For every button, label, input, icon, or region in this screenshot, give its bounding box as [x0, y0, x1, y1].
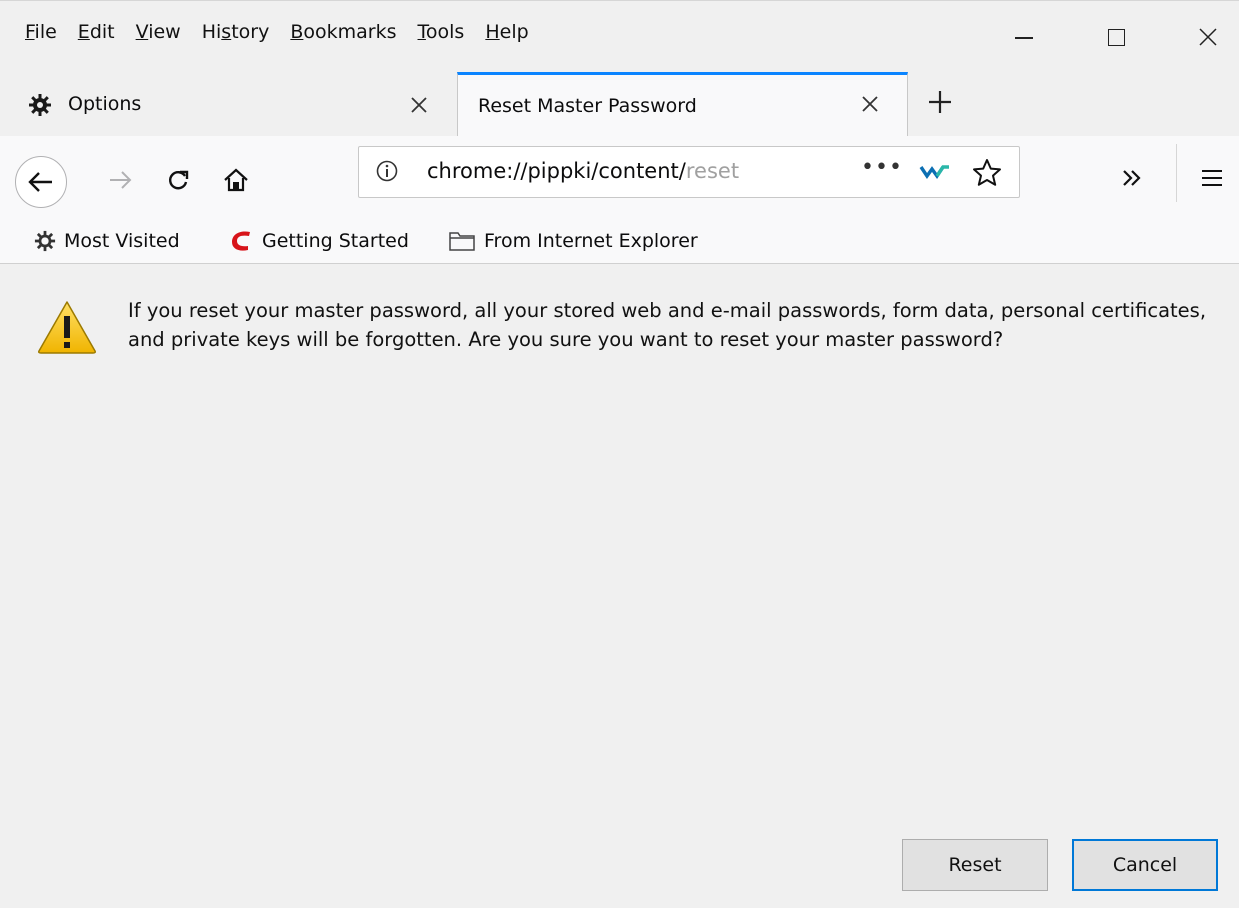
new-tab-button[interactable]: [918, 84, 962, 124]
close-icon: [411, 97, 427, 113]
page-actions-button[interactable]: •••: [861, 155, 903, 180]
navigation-toolbar: chrome://pippki/content/reset •••: [0, 136, 1239, 220]
bookmark-most-visited[interactable]: Most Visited: [34, 226, 180, 256]
minimize-button[interactable]: [978, 1, 1070, 73]
folder-icon: [449, 232, 475, 251]
bookmark-getting-started[interactable]: Getting Started: [228, 226, 409, 256]
url-bar[interactable]: chrome://pippki/content/reset •••: [358, 146, 1020, 198]
reload-icon: [169, 170, 189, 190]
menu-bar: File Edit View History Bookmarks Tools H…: [0, 0, 1239, 72]
double-chevron-right-icon: [1123, 170, 1141, 186]
dialog-content: If you reset your master password, all y…: [0, 265, 1239, 908]
menu-bookmarks[interactable]: Bookmarks: [285, 21, 401, 43]
star-icon[interactable]: [971, 157, 1003, 189]
menu-help[interactable]: Help: [480, 21, 533, 43]
window-close-button[interactable]: [1162, 1, 1239, 73]
gear-icon: [34, 230, 56, 252]
warning-message: If you reset your master password, all y…: [128, 299, 1207, 351]
menu-history[interactable]: History: [197, 21, 275, 43]
reset-button[interactable]: Reset: [902, 839, 1048, 891]
minimize-icon: [1015, 37, 1033, 39]
menu-view[interactable]: View: [131, 21, 186, 43]
extension-logo-icon[interactable]: [919, 161, 951, 181]
bookmark-label: From Internet Explorer: [484, 230, 698, 252]
tab-close-button[interactable]: [410, 92, 428, 120]
home-button[interactable]: [216, 160, 256, 200]
info-icon[interactable]: [375, 159, 399, 183]
tab-close-button[interactable]: [861, 91, 879, 119]
bookmark-label: Most Visited: [64, 230, 180, 252]
forward-button[interactable]: [100, 160, 140, 200]
home-icon: [224, 168, 248, 192]
hamburger-icon: [1202, 170, 1222, 186]
cancel-button[interactable]: Cancel: [1072, 839, 1218, 891]
arrow-right-icon: [110, 171, 132, 189]
menu-tools[interactable]: Tools: [413, 21, 470, 43]
back-button[interactable]: [15, 156, 95, 208]
reload-button[interactable]: [158, 160, 198, 200]
overflow-button[interactable]: [1112, 158, 1152, 198]
tab-reset-master-password[interactable]: Reset Master Password: [457, 72, 908, 137]
tab-strip: Options Reset Master Password: [0, 72, 1239, 137]
brand-c-icon: [232, 231, 250, 251]
maximize-button[interactable]: [1070, 1, 1162, 73]
close-icon: [1199, 28, 1217, 46]
toolbar-separator: [1176, 144, 1177, 202]
tab-label: Options: [68, 93, 142, 115]
tab-label: Reset Master Password: [478, 95, 697, 117]
arrow-left-icon: [28, 172, 52, 192]
tab-options[interactable]: Options: [0, 72, 456, 136]
back-button-circle: [15, 156, 67, 208]
menu-edit[interactable]: Edit: [73, 21, 120, 43]
close-icon: [862, 96, 878, 112]
menu-file[interactable]: File: [20, 21, 62, 43]
warning-icon: [38, 301, 96, 354]
bookmarks-toolbar: Most Visited Getting Started From Intern…: [0, 220, 1239, 264]
gear-icon: [29, 94, 51, 116]
menu-list: File Edit View History Bookmarks Tools H…: [20, 21, 545, 43]
maximize-icon: [1107, 28, 1125, 46]
bookmark-label: Getting Started: [262, 230, 409, 252]
bookmark-folder-from-ie[interactable]: From Internet Explorer: [448, 226, 698, 256]
hamburger-menu-button[interactable]: [1192, 158, 1232, 198]
url-text[interactable]: chrome://pippki/content/reset: [427, 159, 817, 183]
plus-icon: [929, 91, 951, 113]
